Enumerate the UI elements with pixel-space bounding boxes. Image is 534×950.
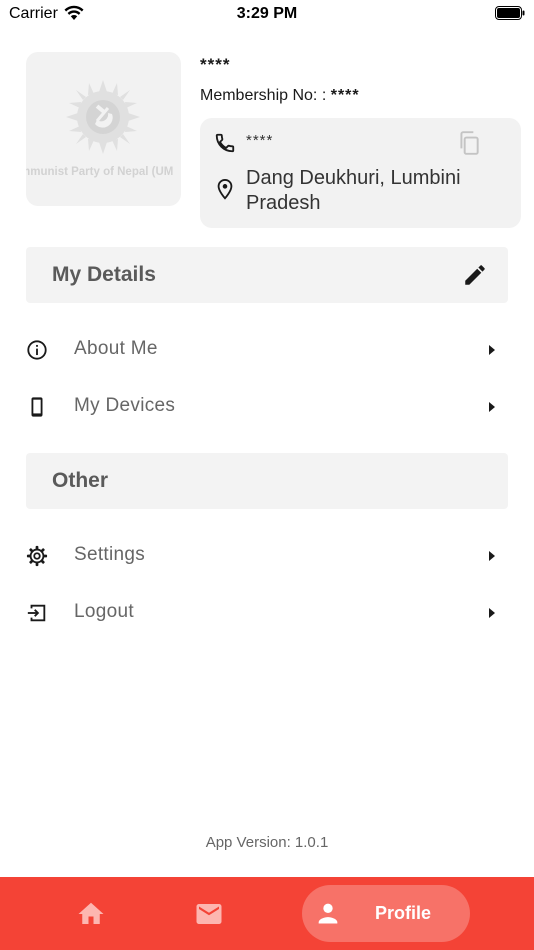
home-icon[interactable]	[76, 899, 106, 929]
person-icon	[318, 903, 338, 924]
phone-number: ****	[246, 132, 274, 149]
info-icon	[27, 340, 47, 360]
bottom-navigation: Profile	[0, 877, 534, 950]
menu-item-label: My Devices	[74, 395, 176, 416]
menu-item-my-devices[interactable]: My Devices	[0, 379, 534, 435]
menu-item-about-me[interactable]: About Me	[0, 322, 534, 378]
membership-label: Membership No: :	[200, 87, 327, 104]
status-bar: Carrier 3:29 PM	[0, 0, 534, 28]
party-logo-card: mmunist Party of Nepal (UM	[26, 52, 181, 206]
menu-item-label: About Me	[74, 338, 158, 359]
logout-icon	[27, 604, 46, 622]
phone-icon	[215, 133, 235, 153]
menu-item-label: Logout	[74, 601, 134, 622]
logo-caption: mmunist Party of Nepal (UM	[26, 166, 174, 178]
party-emblem-icon	[66, 80, 140, 154]
arrow-right-icon	[489, 345, 495, 355]
member-name: ****	[200, 55, 231, 74]
status-time: 3:29 PM	[236, 5, 298, 22]
nav-profile-tab[interactable]: Profile	[302, 885, 470, 942]
arrow-right-icon	[489, 402, 495, 412]
address-text: Dang Deukhuri, Lumbini Pradesh	[246, 167, 461, 214]
other-header: Other	[26, 453, 508, 509]
my-details-header: My Details	[26, 247, 508, 303]
arrow-right-icon	[489, 608, 495, 618]
edit-pencil-icon[interactable]	[462, 262, 488, 288]
menu-item-label: Settings	[74, 544, 146, 565]
phone-device-icon	[31, 397, 43, 417]
app-version: App Version: 1.0.1	[205, 834, 329, 851]
menu-item-logout[interactable]: Logout	[0, 585, 534, 641]
copy-icon[interactable]	[456, 130, 482, 156]
mail-icon[interactable]	[194, 899, 224, 929]
section-title: Other	[52, 469, 109, 492]
location-pin-icon	[217, 178, 233, 200]
gear-icon	[26, 545, 48, 567]
section-title: My Details	[52, 263, 156, 286]
contact-card: **** Dang Deukhuri, Lumbini Pradesh	[200, 118, 521, 228]
membership-number: Membership No: : ****	[200, 87, 360, 105]
nav-profile-label: Profile	[375, 903, 432, 923]
arrow-right-icon	[489, 551, 495, 561]
membership-value: ****	[330, 87, 360, 104]
menu-item-settings[interactable]: Settings	[0, 528, 534, 584]
battery-icon	[495, 6, 525, 20]
